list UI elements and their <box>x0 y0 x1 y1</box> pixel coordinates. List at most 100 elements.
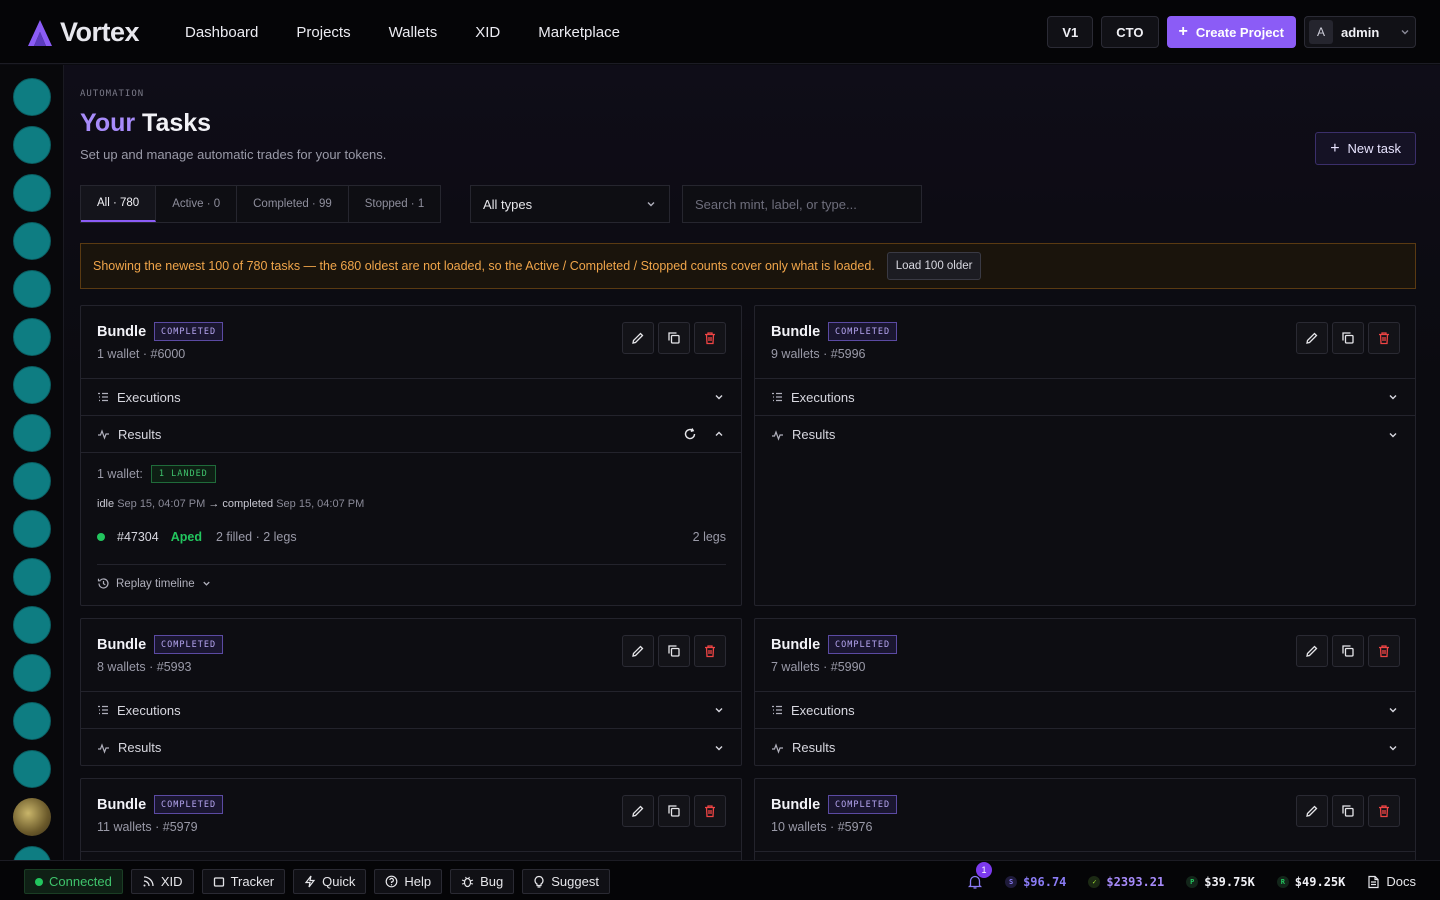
status-badge: COMPLETED <box>154 635 224 654</box>
task-title: Bundle <box>97 797 147 813</box>
sidebar-project-avatar[interactable] <box>13 270 51 308</box>
task-title: Bundle <box>771 797 821 813</box>
search-input[interactable] <box>682 185 922 223</box>
sidebar-project-avatar[interactable] <box>13 174 51 212</box>
sidebar-project-image[interactable] <box>13 798 51 836</box>
sidebar-project-avatar[interactable] <box>13 606 51 644</box>
new-task-button[interactable]: + New task <box>1315 132 1416 165</box>
sidebar-project-avatar[interactable] <box>13 126 51 164</box>
breadcrumb: AUTOMATION <box>80 89 145 99</box>
duplicate-button[interactable] <box>1332 322 1364 354</box>
tab-active[interactable]: Active · 0 <box>156 186 238 222</box>
docs-link[interactable]: Docs <box>1367 874 1416 889</box>
results-label: Results <box>792 427 836 442</box>
pencil-icon <box>632 645 644 657</box>
chevron-down-icon <box>647 202 655 207</box>
sidebar-project-avatar[interactable] <box>13 462 51 500</box>
eth-price: ✓ $2393.21 <box>1088 875 1164 889</box>
edit-button[interactable] <box>622 795 654 827</box>
sidebar-project-avatar[interactable] <box>13 654 51 692</box>
duplicate-button[interactable] <box>658 635 690 667</box>
bug-button[interactable]: Bug <box>450 869 515 894</box>
executions-section-toggle[interactable]: Executions <box>81 692 741 729</box>
nav-projects[interactable]: Projects <box>296 24 350 41</box>
v1-button[interactable]: V1 <box>1047 16 1094 48</box>
eth-coin-icon: ✓ <box>1088 875 1101 888</box>
results-section-toggle[interactable]: Results <box>755 729 1415 766</box>
duplicate-button[interactable] <box>658 322 690 354</box>
notifications-button[interactable]: 1 <box>967 861 993 890</box>
load-older-button[interactable]: Load 100 older <box>886 252 982 280</box>
task-card: Bundle COMPLETED 11 wallets · #5979 <box>80 778 742 860</box>
execution-legs: 2 legs <box>692 530 726 544</box>
edit-button[interactable] <box>622 322 654 354</box>
sidebar-project-avatar[interactable] <box>13 702 51 740</box>
execution-row[interactable]: #47304 Aped 2 filled · 2 legs 2 legs <box>97 530 726 544</box>
tab-stopped[interactable]: Stopped · 1 <box>349 186 440 222</box>
duplicate-button[interactable] <box>658 795 690 827</box>
sidebar-project-avatar[interactable] <box>13 78 51 116</box>
results-section-toggle[interactable]: Results <box>81 729 741 766</box>
nav-marketplace[interactable]: Marketplace <box>538 24 620 41</box>
type-select[interactable]: All types <box>470 185 670 223</box>
tracker-button[interactable]: Tracker <box>201 869 286 894</box>
sidebar-project-avatar[interactable] <box>13 750 51 788</box>
sidebar-project-avatar[interactable] <box>13 558 51 596</box>
edit-button[interactable] <box>1296 322 1328 354</box>
refresh-icon[interactable] <box>683 427 697 441</box>
quick-button[interactable]: Quick <box>293 869 367 894</box>
tab-all[interactable]: All · 780 <box>81 186 157 222</box>
sidebar-project-avatar[interactable] <box>13 846 51 860</box>
xid-button[interactable]: XID <box>130 869 194 894</box>
copy-icon <box>1342 805 1354 817</box>
delete-button[interactable] <box>1368 635 1400 667</box>
sol-price-value: $96.74 <box>1023 874 1067 889</box>
duplicate-button[interactable] <box>1332 635 1364 667</box>
logo[interactable]: Vortex <box>24 16 140 48</box>
nav-xid[interactable]: XID <box>475 24 500 41</box>
nav-dashboard[interactable]: Dashboard <box>185 24 258 41</box>
results-section-toggle[interactable]: Results <box>81 416 741 453</box>
help-button[interactable]: Help <box>374 869 443 894</box>
edit-button[interactable] <box>622 635 654 667</box>
sidebar-project-avatar[interactable] <box>13 510 51 548</box>
landed-badge: 1 LANDED <box>150 465 216 483</box>
suggest-button[interactable]: Suggest <box>522 869 610 894</box>
tab-completed[interactable]: Completed · 99 <box>237 186 349 222</box>
task-card-header: Bundle COMPLETED 1 wallet · #6000 <box>81 306 741 379</box>
results-section-toggle[interactable]: Results <box>755 416 1415 453</box>
delete-button[interactable] <box>694 795 726 827</box>
executions-section-toggle[interactable]: Executions <box>755 379 1415 416</box>
sidebar-project-avatar[interactable] <box>13 318 51 356</box>
chevron-down-icon <box>715 745 723 750</box>
delete-button[interactable] <box>694 635 726 667</box>
executions-section-toggle[interactable]: Executions <box>755 692 1415 729</box>
banner-text: Showing the newest 100 of 780 tasks — th… <box>93 259 875 273</box>
edit-button[interactable] <box>1296 635 1328 667</box>
token-p-icon: P <box>1186 875 1199 888</box>
to-state: completed <box>222 498 274 510</box>
executions-section-toggle[interactable]: Executions <box>81 379 741 416</box>
edit-button[interactable] <box>1296 795 1328 827</box>
bolt-icon <box>304 875 316 888</box>
sidebar-project-avatar[interactable] <box>13 222 51 260</box>
nav-wallets[interactable]: Wallets <box>389 24 438 41</box>
user-menu[interactable]: A admin <box>1304 16 1416 48</box>
quick-label: Quick <box>322 874 356 889</box>
task-subtitle: 9 wallets · #5996 <box>771 347 866 361</box>
chevron-down-icon <box>202 581 210 586</box>
create-project-button[interactable]: + Create Project <box>1166 16 1296 48</box>
executions-label: Executions <box>791 702 855 718</box>
delete-button[interactable] <box>1368 795 1400 827</box>
trash-icon <box>1379 332 1389 345</box>
delete-button[interactable] <box>1368 322 1400 354</box>
chevron-down-icon <box>1389 745 1397 750</box>
cto-button[interactable]: CTO <box>1101 16 1159 48</box>
duplicate-button[interactable] <box>1332 795 1364 827</box>
delete-button[interactable] <box>694 322 726 354</box>
sidebar-project-avatar[interactable] <box>13 366 51 404</box>
success-status-dot <box>97 533 105 541</box>
replay-timeline-toggle[interactable]: Replay timeline <box>97 577 212 590</box>
sidebar-project-avatar[interactable] <box>13 414 51 452</box>
task-card-header: Bundle COMPLETED 10 wallets · #5976 <box>755 779 1415 852</box>
